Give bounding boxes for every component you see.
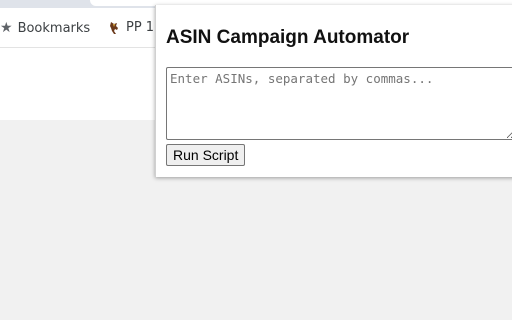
popup-title: ASIN Campaign Automator [166, 27, 410, 48]
extension-popup: ASIN Campaign Automator Run Script [155, 5, 512, 177]
bookmark-label: Bookmarks [17, 20, 91, 36]
bookmark-label: PP 1 [126, 20, 155, 35]
horse-icon [110, 21, 118, 34]
run-script-button[interactable]: Run Script [166, 144, 246, 166]
bookmark-item-pp1[interactable]: PP 1 [108, 20, 154, 35]
asin-input[interactable] [166, 67, 512, 140]
star-icon: ★ [0, 20, 13, 36]
bookmark-item-bookmarks[interactable]: ★ Bookmarks [0, 20, 90, 36]
